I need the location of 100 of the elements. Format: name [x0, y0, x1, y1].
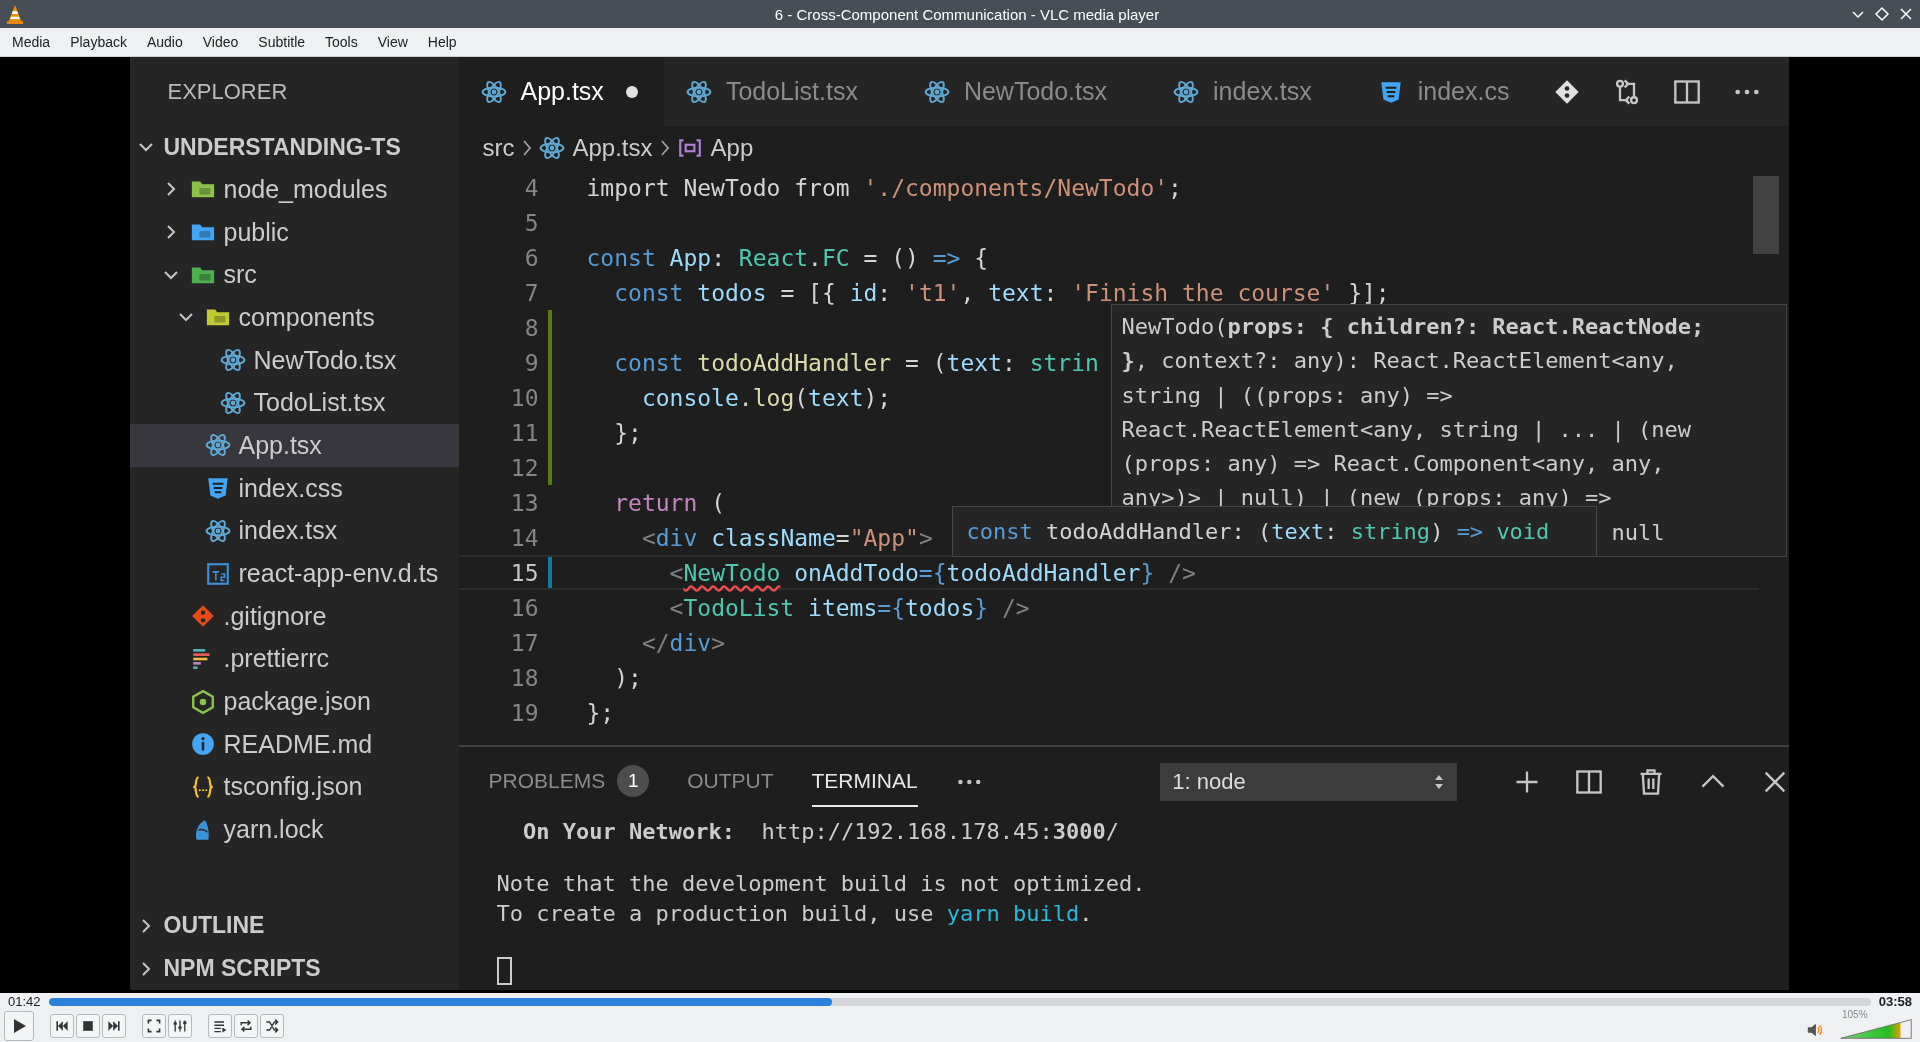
breadcrumb-item[interactable]: App: [676, 134, 754, 162]
terminal-line: Note that the development build is not optimized.: [496, 870, 1147, 898]
menu-item[interactable]: View: [367, 34, 418, 50]
sliders-icon: [172, 1018, 188, 1034]
section-header[interactable]: OUTLINE: [129, 904, 459, 947]
signature-text: const todoAddHandler: (text: string) => void: [966, 519, 1550, 544]
terminal-line: To create a production build, use yarn build.: [496, 900, 1094, 928]
breadcrumb-item[interactable]: src: [482, 134, 515, 162]
menu-item[interactable]: Subtitle: [248, 34, 316, 50]
explorer-title: EXPLORER: [167, 78, 288, 105]
code-line: <TodoList items={todos} />: [668, 594, 1030, 621]
code-line: );: [613, 664, 642, 691]
line-number: 5: [523, 209, 539, 236]
breadcrumb-item[interactable]: App.tsx: [538, 134, 653, 162]
code-line: <div className="App">: [640, 524, 933, 551]
menu-item[interactable]: Media: [2, 34, 61, 50]
editor-tab[interactable]: index.tsx: [1151, 57, 1356, 126]
line-number: 17: [509, 629, 539, 656]
menu-item[interactable]: Audio: [136, 34, 193, 50]
atom-icon: [923, 78, 950, 105]
next-button[interactable]: [102, 1014, 126, 1038]
code-line: <NewTodo onAddTodo={todoAddHandler} />: [668, 559, 1196, 586]
playlist-button[interactable]: [208, 1014, 232, 1038]
playlist-icon: [212, 1018, 228, 1034]
code-line: const todoAddHandler = (text: strin: [613, 349, 1099, 376]
seek-bar[interactable]: [48, 997, 1871, 1006]
tree-item[interactable]: src: [129, 253, 459, 297]
tooltip-line: React.ReactElement<any, string | ... | (new: [1121, 415, 1693, 445]
line-number: 7: [523, 279, 539, 306]
tree-item[interactable]: react-app-env.d.ts: [129, 552, 459, 595]
code-line: };: [586, 699, 615, 726]
menu-item[interactable]: Video: [192, 34, 249, 50]
unsaved-dot-icon: [625, 85, 638, 98]
tree-item[interactable]: .prettierrc: [129, 637, 459, 681]
code-line: const todos = [{ id: 't1', text: 'Finish the course' }];: [613, 279, 1390, 306]
atom-icon: [219, 347, 246, 374]
atom-icon: [204, 517, 231, 544]
tree-item[interactable]: public: [129, 210, 459, 254]
menu-item[interactable]: Help: [417, 34, 467, 50]
play-button[interactable]: [4, 1011, 34, 1041]
split-editor-icon[interactable]: [1672, 77, 1701, 106]
line-number: 18: [509, 664, 539, 691]
line-number: 11: [509, 419, 539, 446]
atom-icon: [480, 78, 507, 105]
line-number: 13: [509, 489, 539, 516]
tree-item[interactable]: TodoList.tsx: [129, 381, 459, 425]
previous-button[interactable]: [50, 1014, 74, 1038]
extended-settings-button[interactable]: [168, 1014, 192, 1038]
scrollbar-thumb[interactable]: [1752, 176, 1779, 254]
terminal-line: On Your Network: http://192.168.178.45:3000/: [522, 818, 1121, 846]
tooltip-line: null: [1611, 519, 1665, 545]
line-number: 9: [523, 349, 539, 376]
tree-item[interactable]: components: [129, 296, 459, 339]
editor-tab[interactable]: index.cs: [1355, 57, 1529, 126]
hexagon-icon: [189, 688, 216, 715]
chevron-right-icon: [658, 138, 671, 158]
atom-icon: [1173, 78, 1199, 105]
section-header[interactable]: NPM SCRIPTS: [129, 947, 459, 990]
split-icon[interactable]: [1574, 768, 1603, 796]
menu-item[interactable]: Playback: [60, 34, 137, 50]
fullscreen-button[interactable]: [142, 1014, 166, 1038]
loop-button[interactable]: [234, 1014, 258, 1038]
tree-item[interactable]: README.md: [129, 722, 459, 766]
window-title: 6 - Cross-Component Communication - VLC media player: [774, 5, 1160, 23]
line-number: 8: [523, 314, 539, 341]
panel-tab[interactable]: PROBLEMS 1: [488, 757, 650, 807]
terminal-select[interactable]: 1: node: [1160, 763, 1457, 801]
editor-tab[interactable]: App.tsx: [458, 57, 664, 126]
tree-item[interactable]: yarn.lock: [129, 808, 459, 851]
maximize-icon[interactable]: [1874, 6, 1890, 22]
tree-item[interactable]: .gitignore: [129, 594, 459, 638]
close-icon[interactable]: [1898, 6, 1914, 22]
tooltip-line: }, context?: any): React.ReactElement<any,: [1121, 347, 1679, 376]
speaker-icon[interactable]: [1806, 1021, 1824, 1039]
editor-tab[interactable]: TodoList.tsx: [663, 57, 902, 126]
panel-tab[interactable]: TERMINAL: [811, 757, 918, 807]
loop-icon: [238, 1018, 254, 1034]
count-badge: 1: [617, 765, 650, 797]
tree-item[interactable]: NewTodo.tsx: [129, 338, 459, 382]
line-number: 4: [523, 174, 539, 201]
editor-tab[interactable]: NewTodo.tsx: [901, 57, 1151, 126]
project-header[interactable]: UNDERSTANDING-TS: [129, 126, 459, 168]
code-line: import NewTodo from './components/NewTodo';: [586, 174, 1182, 201]
code-line: const App: React.FC = () => {: [586, 244, 989, 271]
code-line: </div>: [640, 629, 725, 656]
chevron-right-icon: [520, 138, 533, 158]
line-number: 19: [509, 699, 539, 726]
terminal-cursor: [496, 957, 512, 985]
previous-icon: [54, 1018, 70, 1034]
stop-button[interactable]: [76, 1014, 100, 1038]
shuffle-button[interactable]: [260, 1014, 284, 1038]
tree-item[interactable]: package.json: [129, 680, 459, 723]
atom-icon: [219, 389, 246, 416]
menu-item[interactable]: Tools: [315, 34, 368, 50]
tree-item[interactable]: index.tsx: [129, 509, 459, 553]
panel-tab[interactable]: OUTPUT: [687, 757, 774, 807]
tree-item[interactable]: App.tsx: [129, 424, 459, 467]
tree-item[interactable]: node_modules: [129, 168, 459, 211]
tree-item[interactable]: tsconfig.json: [129, 765, 459, 809]
tree-item[interactable]: index.css: [129, 466, 459, 510]
